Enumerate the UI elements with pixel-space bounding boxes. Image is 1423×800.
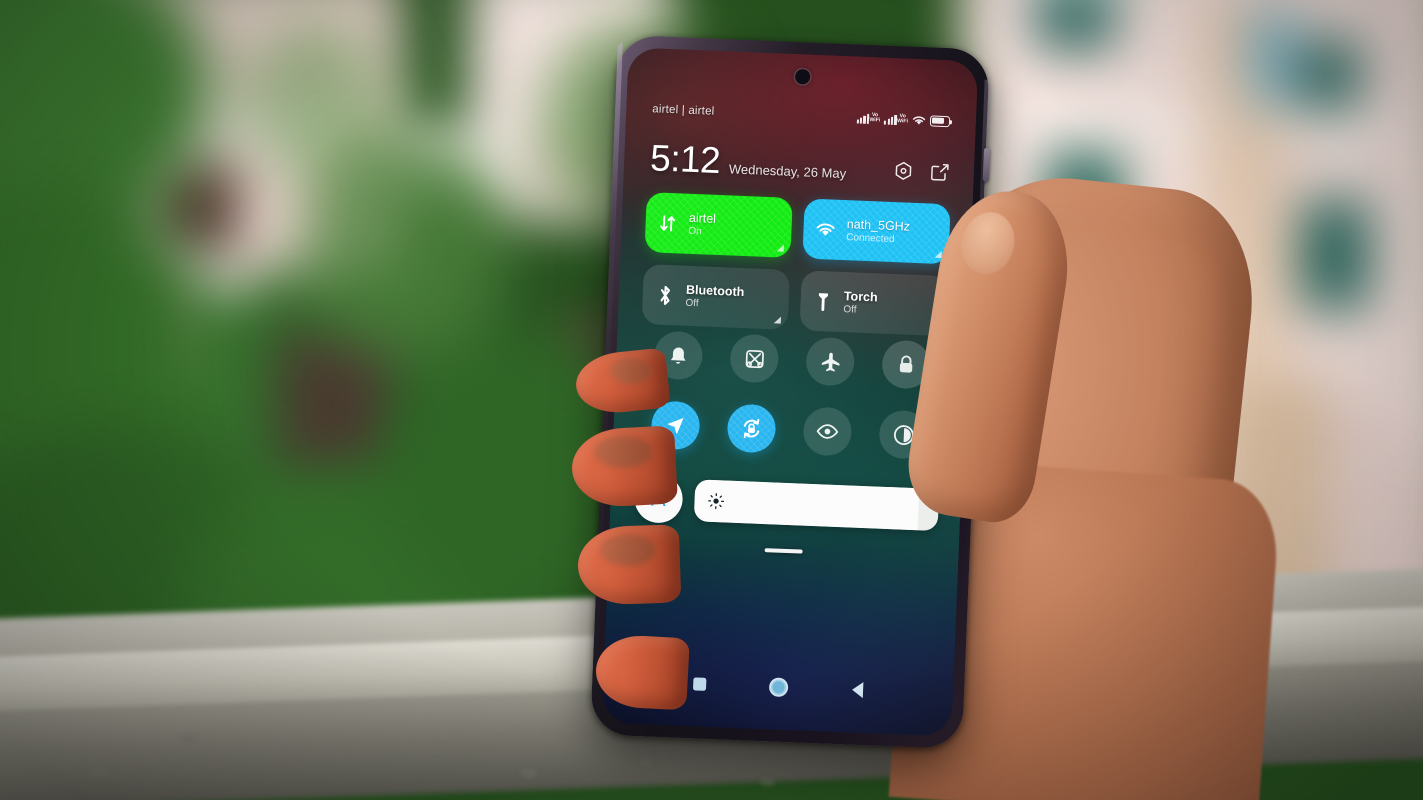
tile-torch-title: Torch (843, 289, 878, 305)
toggle-auto-rotate[interactable] (726, 403, 777, 454)
status-icons: Vo WiFi Vo WiFi (856, 112, 951, 127)
recents-button[interactable] (692, 676, 707, 691)
carrier-label: airtel | airtel (651, 103, 715, 118)
back-button[interactable] (851, 681, 864, 699)
signal-2-icon: Vo WiFi (884, 113, 908, 125)
panel-drag-handle[interactable] (764, 548, 803, 554)
tile-bluetooth-title: Bluetooth (685, 282, 745, 300)
bluetooth-icon (653, 284, 676, 306)
status-bar: airtel | airtel Vo WiFi Vo WiFi (626, 99, 976, 131)
tile-mobile-data[interactable]: airtel On (644, 192, 793, 258)
tile-wifi[interactable]: nath_5GHz Connected (802, 198, 951, 265)
toggle-airplane-mode[interactable] (805, 336, 856, 387)
clock-date: Wednesday, 26 May (728, 161, 847, 182)
clock-time: 5:12 (649, 137, 722, 181)
toggle-reading-mode[interactable] (802, 406, 853, 457)
edit-pencil-icon[interactable] (929, 161, 951, 183)
tile-bluetooth-subtitle: Off (685, 297, 699, 310)
tile-mobile-data-subtitle: On (688, 225, 702, 238)
settings-gear-icon[interactable] (893, 160, 915, 182)
tile-expand-indicator-icon[interactable] (776, 244, 784, 252)
vowifi-1-bottom: WiFi (869, 117, 881, 124)
tile-torch[interactable]: Torch Off (799, 270, 948, 337)
tile-wifi-title: nath_5GHz (846, 217, 911, 234)
rotation-lock-icon (743, 419, 760, 439)
eye-icon (816, 424, 839, 439)
bell-icon (670, 347, 686, 364)
wifi-icon (814, 221, 837, 237)
brightness-slider-fill (693, 479, 920, 531)
flashlight-icon (811, 290, 834, 312)
vowifi-2-bottom: WiFi (896, 118, 909, 125)
airplane-icon (821, 352, 840, 372)
photo-scene: airtel | airtel Vo WiFi Vo WiFi 5:12 Wed… (0, 0, 1423, 800)
tile-bluetooth[interactable]: Bluetooth Off (641, 264, 790, 330)
tile-torch-subtitle: Off (843, 304, 857, 316)
brightness-row: A (633, 473, 940, 534)
header-icons (892, 160, 950, 188)
sun-brightness-icon (708, 493, 725, 510)
wifi-status-icon (912, 115, 926, 125)
tile-mobile-data-title: airtel (688, 210, 717, 226)
lock-icon (899, 355, 913, 373)
clock-row: 5:12 Wednesday, 26 May (649, 137, 951, 188)
screenshot-icon (745, 349, 764, 368)
front-camera-icon (794, 68, 811, 85)
tile-expand-indicator-icon[interactable] (773, 316, 782, 324)
toggles-grid (637, 330, 945, 460)
data-arrows-icon (656, 213, 679, 233)
tile-wifi-subtitle: Connected (846, 232, 895, 246)
big-tiles-grid: airtel On nath_5GHz Connected Bluetooth … (641, 192, 951, 337)
home-button[interactable] (769, 676, 790, 697)
signal-1-icon: Vo WiFi (856, 112, 880, 124)
toggle-screenshot[interactable] (729, 333, 780, 384)
battery-status-icon (929, 114, 951, 127)
brightness-slider[interactable] (693, 479, 940, 532)
